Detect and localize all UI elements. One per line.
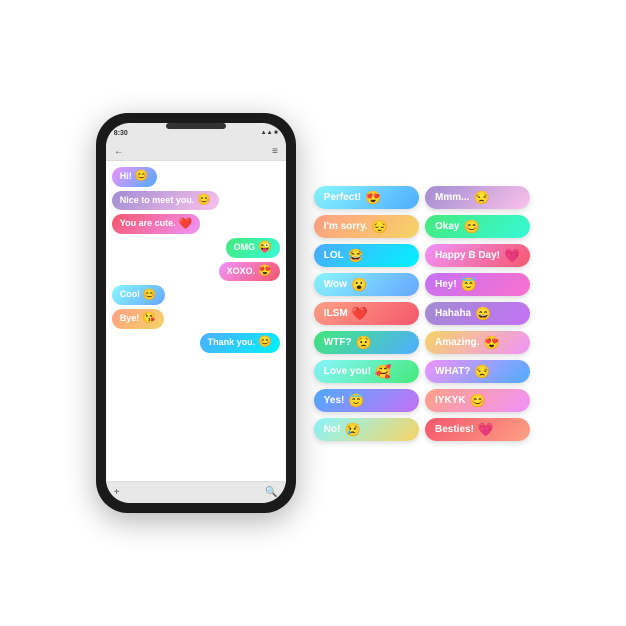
sticker-text: Hey! [435,279,457,290]
sticker-text: Happy B Day! [435,250,500,261]
sticker-emoji: 😍 [483,336,499,349]
bubble-emoji: 😜 [258,242,272,253]
sticker-emoji: 😇 [461,278,477,291]
sticker-text: IYKYK [435,395,466,406]
chat-bubble: You are cute.❤️ [112,214,201,234]
sticker-text: I'm sorry. [324,221,368,232]
sticker-item[interactable]: Okay 😊 [425,215,530,238]
bubble-text: OMG [234,242,256,254]
sticker-emoji: 😢 [344,423,360,436]
sticker-text: LOL [324,250,344,261]
sticker-item[interactable]: No!😢 [314,418,419,441]
sticker-emoji: 😊 [470,394,486,407]
bubble-emoji: 😊 [197,195,211,206]
sticker-item[interactable]: Wow 😮 [314,273,419,296]
bubble-text: You are cute. [120,218,176,230]
sticker-emoji: ❤️ [352,307,368,320]
add-icon[interactable]: + [114,487,120,498]
sticker-item[interactable]: Love you! 🥰 [314,360,419,383]
chat-area: Hi!😊Nice to meet you.😊You are cute.❤️OMG… [106,161,286,481]
sticker-text: Love you! [324,366,371,377]
sticker-emoji: 😂 [348,249,364,262]
sticker-item[interactable]: Mmm... 😒 [425,186,530,209]
search-icon: 🔍 [265,487,277,498]
sticker-text: Mmm... [435,192,469,203]
status-time: 8:30 [114,130,128,137]
bubble-emoji: 😊 [143,290,157,301]
sticker-panel: Perfect! 😍 Mmm... 😒 I'm sorry. 😔 Okay 😊 LOL 😂 Happ… [314,186,530,441]
bubble-emoji: ❤️ [179,219,193,230]
phone: 8:30 ▲▲ ■ ← ≡ Hi!😊Nice to meet you.😊You … [96,113,296,513]
sticker-text: Perfect! [324,192,361,203]
phone-bottom-bar: + 🔍 [106,481,286,503]
sticker-text: WTF? [324,337,352,348]
sticker-emoji: 😒 [473,191,489,204]
chat-bubble: Bye!😘 [112,309,164,329]
sticker-emoji: 😔 [372,220,388,233]
bubble-emoji: 😘 [142,313,156,324]
phone-wrapper: 8:30 ▲▲ ■ ← ≡ Hi!😊Nice to meet you.😊You … [96,113,296,513]
sticker-text: Wow [324,279,347,290]
bubble-emoji: 😊 [258,337,272,348]
chat-bubble: Hi!😊 [112,167,157,187]
status-icons: ▲▲ ■ [261,130,278,136]
sticker-text: Yes! [324,395,345,406]
bubble-emoji: 😊 [135,171,149,182]
sticker-emoji: 😟 [356,336,372,349]
sticker-text: Okay [435,221,459,232]
sticker-emoji: 💗 [478,423,494,436]
phone-screen: 8:30 ▲▲ ■ ← ≡ Hi!😊Nice to meet you.😊You … [106,123,286,503]
sticker-text: ILSM [324,308,348,319]
sticker-emoji: 😒 [474,365,490,378]
phone-nav: ← ≡ [106,143,286,161]
sticker-emoji: 💗 [504,249,520,262]
chat-bubble: Nice to meet you.😊 [112,191,219,211]
sticker-emoji: 😄 [475,307,491,320]
sticker-item[interactable]: Perfect! 😍 [314,186,419,209]
sticker-item[interactable]: Amazing. 😍 [425,331,530,354]
sticker-item[interactable]: ILSM ❤️ [314,302,419,325]
chat-bubble: Thank you.😊 [200,333,280,353]
sticker-emoji: 😊 [463,220,479,233]
sticker-emoji: 😇 [348,394,364,407]
chat-bubble: OMG😜 [226,238,280,258]
sticker-item[interactable]: Besties! 💗 [425,418,530,441]
sticker-item[interactable]: Hahaha 😄 [425,302,530,325]
sticker-item[interactable]: Hey! 😇 [425,273,530,296]
phone-notch [166,123,226,129]
back-button[interactable]: ← [114,146,124,157]
sticker-item[interactable]: Happy B Day! 💗 [425,244,530,267]
sticker-item[interactable]: Yes!😇 [314,389,419,412]
chat-bubble: XOXO.😍 [219,262,280,282]
sticker-item[interactable]: I'm sorry. 😔 [314,215,419,238]
sticker-emoji: 😍 [365,191,381,204]
main-container: 8:30 ▲▲ ■ ← ≡ Hi!😊Nice to meet you.😊You … [0,0,626,626]
sticker-text: Amazing. [435,337,479,348]
sticker-text: Hahaha [435,308,471,319]
sticker-emoji: 😮 [351,278,367,291]
sticker-item[interactable]: WHAT? 😒 [425,360,530,383]
sticker-item[interactable]: IYKYK 😊 [425,389,530,412]
sticker-text: No! [324,424,341,435]
menu-button[interactable]: ≡ [272,146,278,157]
bubble-text: XOXO. [227,266,256,278]
bubble-text: Thank you. [208,337,256,349]
bubble-text: Nice to meet you. [120,195,195,207]
sticker-item[interactable]: LOL 😂 [314,244,419,267]
chat-bubble: Cool😊 [112,285,165,305]
bubble-text: Hi! [120,171,132,183]
bubble-text: Bye! [120,313,140,325]
sticker-text: WHAT? [435,366,470,377]
sticker-text: Besties! [435,424,474,435]
sticker-item[interactable]: WTF? 😟 [314,331,419,354]
bubble-emoji: 😍 [258,266,272,277]
sticker-emoji: 🥰 [375,365,391,378]
bubble-text: Cool [120,289,140,301]
